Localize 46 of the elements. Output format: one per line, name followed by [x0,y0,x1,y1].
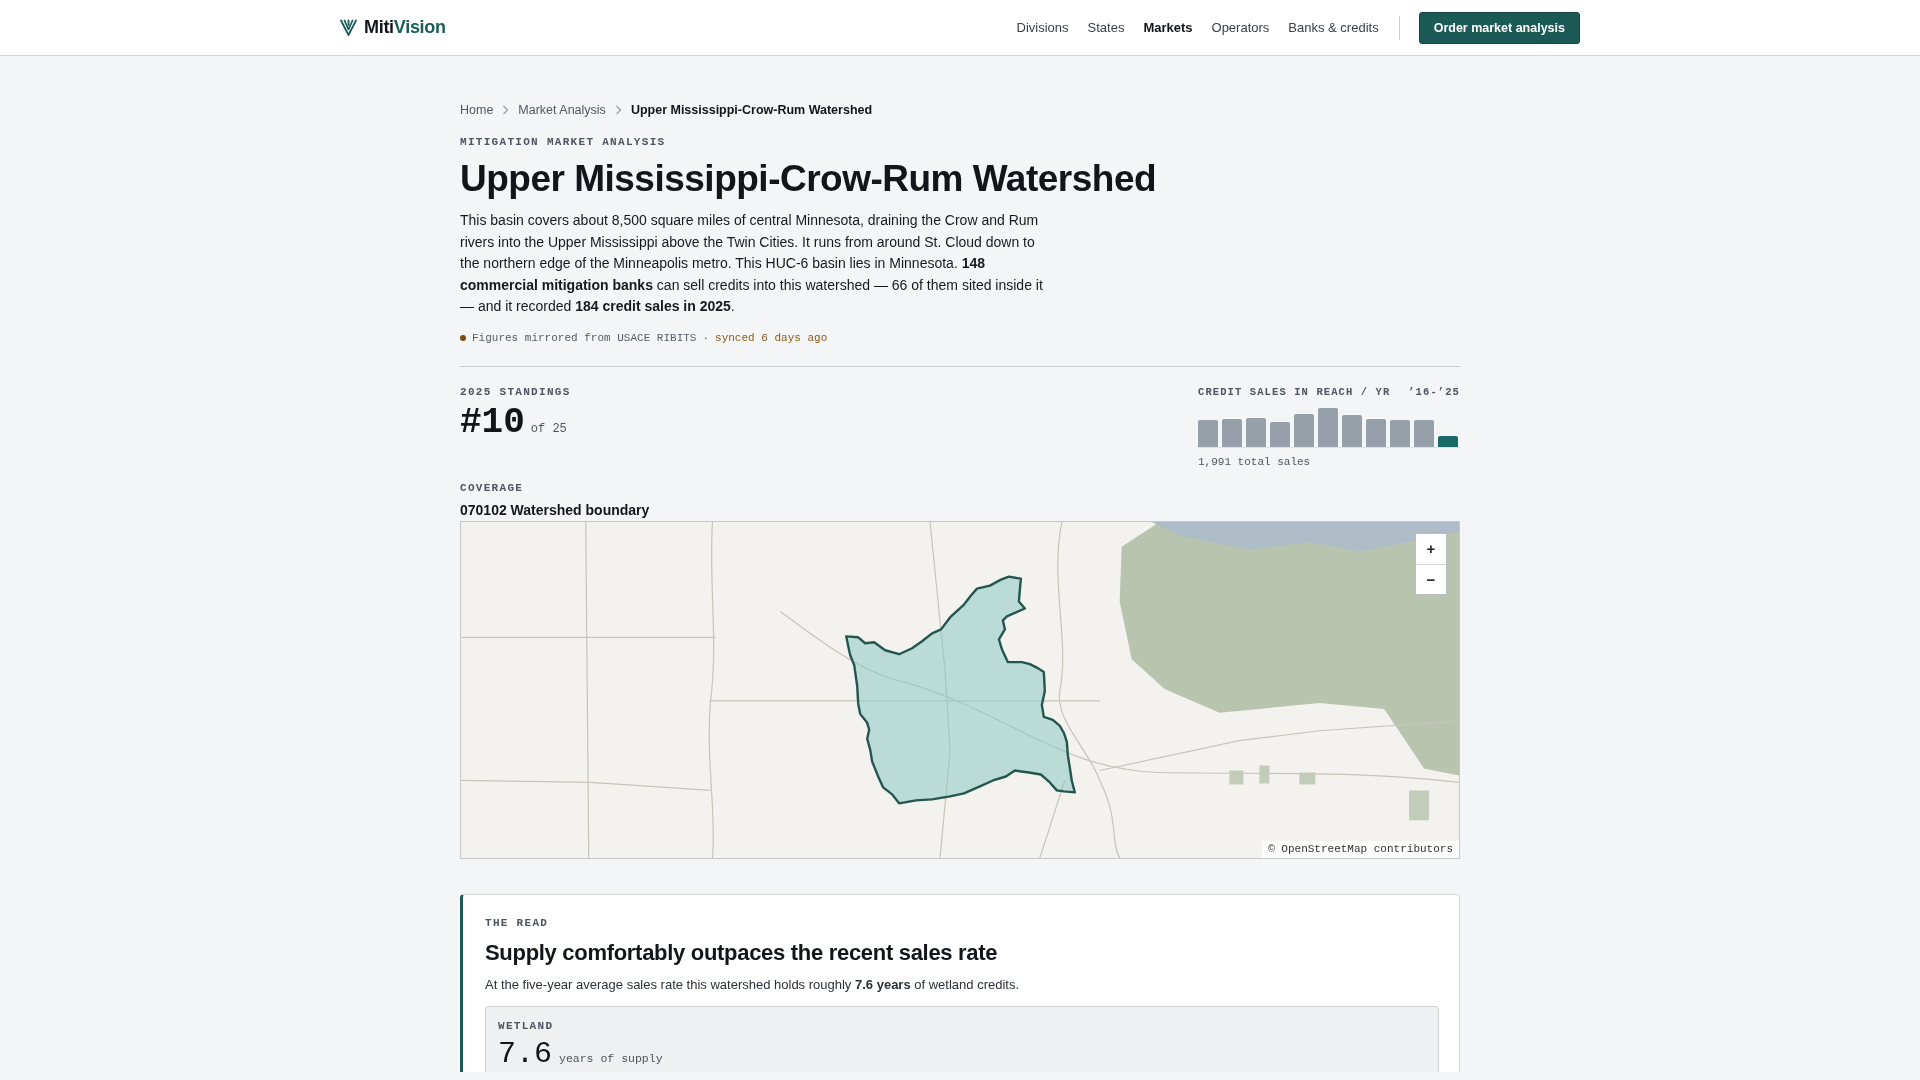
section-eyebrow: MITIGATION MARKET ANALYSIS [460,135,667,150]
sales-bar [1366,418,1386,447]
supply-unit: years of supply [559,1050,663,1067]
supply-value: 7.6 [498,1037,552,1070]
nav-link[interactable]: Markets [1143,17,1193,38]
rank-total: of 25 [530,420,567,438]
nav-link[interactable]: States [1087,17,1125,38]
intro-paragraph: This basin covers about 8,500 square miles of central Minnesota, draining the Crow and Rum rivers into the Upper Mississippi above the Twin Cities. It runs from around St. Cloud down to the northern edge of the Minneapolis metro. This HUC-6 basin lies in Minnesota. 148 commercial mitigation banks can sell credits into this watershed — 66 of them sited inside it — and it recorded 184 credit sales in 2025. [460,211,1044,317]
nav-link[interactable]: Operators [1211,17,1270,38]
chevron-right-icon [614,105,622,115]
nav-link[interactable]: Divisions [1016,17,1069,38]
nav-link[interactable]: Banks & credits [1288,17,1379,38]
sales-bar [1318,407,1338,447]
status-dot-icon [460,334,466,341]
card-summary: At the five-year average sales rate this watershed holds roughly 7.6 years of wetland credits. [485,975,1021,994]
page-title: Upper Mississippi-Crow-Rum Watershed [460,157,1158,201]
sales-bar [1270,421,1290,447]
chevron-right-icon [502,105,510,115]
standings-label: 2025 STANDINGS [460,384,571,400]
sales-bar [1222,418,1242,447]
supply-label: WETLAND [498,1018,555,1034]
current-year-bar [1438,435,1458,447]
sync-time: synced 6 days ago [715,330,828,346]
separator-dot: · [702,330,710,346]
rank-value: #10 [460,403,525,442]
sales-bar [1294,413,1314,447]
logo-icon [340,19,357,36]
sparkline-total: 1,991 total sales [1198,454,1312,470]
breadcrumb-current: Upper Mississippi-Crow-Rum Watershed [630,102,873,119]
sales-bar [1390,419,1410,447]
sparkline-title: CREDIT SALES IN REACH / YR [1198,384,1391,400]
card-heading: Supply comfortably outpaces the recent sales rate [485,938,999,967]
sales-bar [1342,414,1362,447]
sales-bar [1198,419,1218,447]
source-note: Figures mirrored from USACE RIBITS [472,330,697,346]
home-logo-link[interactable]: MitiVision [340,14,446,41]
coverage-label: COVERAGE [460,480,525,496]
order-analysis-button[interactable]: Order market analysis [1418,11,1580,44]
sales-bar [1246,417,1266,447]
zoom-out-button[interactable]: − [1416,563,1446,594]
coverage-name: 070102 Watershed boundary [460,500,651,520]
breadcrumb-link[interactable]: Market Analysis [518,101,606,119]
sparkline-range: ’16-’25 [1408,384,1460,400]
breadcrumb-link[interactable]: Home [460,101,494,119]
sales-bar [1414,419,1434,447]
card-eyebrow: THE READ [485,915,550,931]
